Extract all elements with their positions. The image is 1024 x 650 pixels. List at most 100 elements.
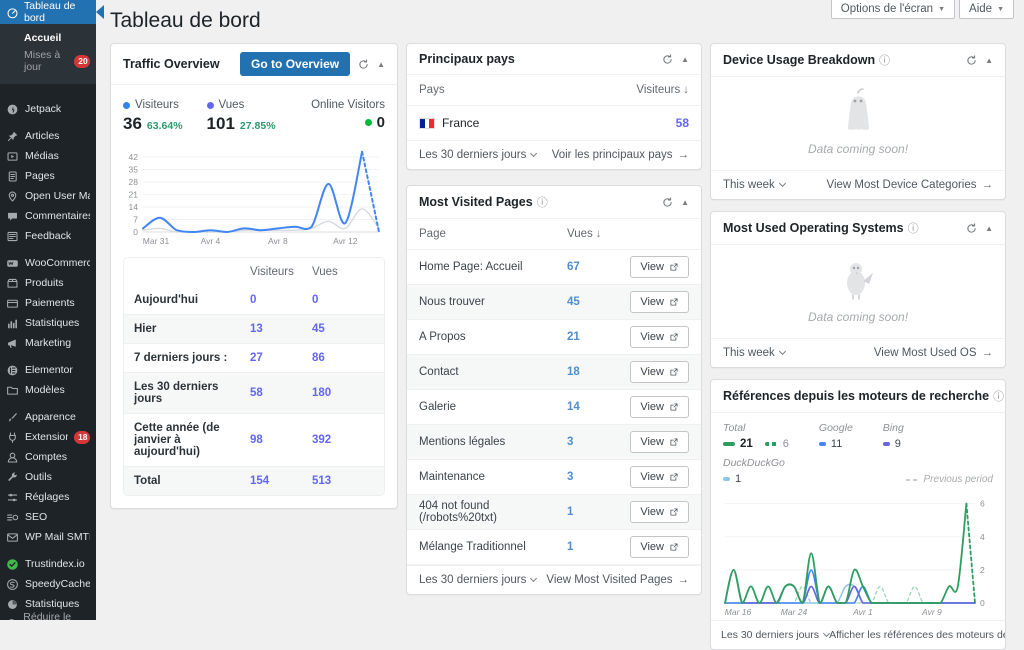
period-dropdown[interactable]: This week — [723, 347, 785, 359]
sidebar-item-label: Open User Map — [25, 190, 90, 202]
view-page-button[interactable]: View — [630, 536, 689, 558]
help-button[interactable]: Aide ▼ — [959, 0, 1014, 19]
view-page-button[interactable]: View — [630, 326, 689, 348]
collapse-widget-icon[interactable]: ▲ — [985, 56, 993, 65]
go-to-overview-button[interactable]: Go to Overview — [240, 52, 350, 76]
sidebar-collapse-menu[interactable]: Réduire le menu — [0, 614, 96, 620]
view-device-categories-link[interactable]: View Most Device Categories → — [827, 179, 994, 191]
views-value-link[interactable]: 86 — [312, 352, 374, 364]
sort-desc-icon[interactable]: ↓ — [683, 84, 689, 96]
sidebar-item-m-dias[interactable]: Médias — [0, 146, 96, 166]
refresh-icon[interactable] — [965, 222, 978, 235]
collapse-widget-icon[interactable]: ▲ — [377, 60, 385, 69]
collapse-widget-icon[interactable]: ▲ — [985, 224, 993, 233]
sidebar-item-wp-mail-smtp[interactable]: WP Mail SMTP — [0, 527, 96, 547]
info-icon[interactable]: ⓘ — [993, 388, 1004, 404]
row-label: Cette année (de janvier à aujourd'hui) — [134, 422, 250, 458]
page-views-link[interactable]: 21 — [567, 331, 630, 343]
sidebar-item-seo[interactable]: SEO — [0, 507, 96, 527]
view-page-button[interactable]: View — [630, 256, 689, 278]
sidebar-item-commentaires[interactable]: Commentaires — [0, 206, 96, 226]
sidebar-subitem-accueil[interactable]: Accueil — [24, 30, 90, 46]
sidebar-item-woocommerce[interactable]: WooCommerce — [0, 253, 96, 273]
refresh-icon[interactable] — [661, 53, 674, 66]
sidebar-item-jetpack[interactable]: Jetpack — [0, 99, 96, 119]
traffic-table-row: Hier1345 — [124, 314, 384, 343]
views-value-link[interactable]: 45 — [312, 323, 374, 335]
widget-title: Principaux pays — [419, 52, 654, 66]
widget-title: Most Used Operating Systems ⓘ — [723, 220, 958, 236]
refresh-icon[interactable] — [661, 196, 674, 209]
views-value-link[interactable]: 180 — [312, 387, 374, 399]
info-icon[interactable]: ⓘ — [908, 220, 919, 236]
view-page-button[interactable]: View — [630, 431, 689, 453]
sidebar-item-extensions[interactable]: Extensions18 — [0, 427, 96, 447]
sidebar-item-trustindex-io[interactable]: Trustindex.io — [0, 554, 96, 574]
traffic-table-row: Aujourd'hui00 — [124, 286, 384, 314]
sidebar-item-tableau-de-bord[interactable]: Tableau de bord — [0, 0, 96, 24]
view-most-used-os-link[interactable]: View Most Used OS → — [874, 347, 993, 359]
page-views-link[interactable]: 1 — [567, 506, 630, 518]
collapse-widget-icon[interactable]: ▲ — [681, 198, 689, 207]
country-visitors-link[interactable]: 58 — [676, 116, 689, 130]
visitors-value: 36 — [123, 114, 142, 134]
info-icon[interactable]: ⓘ — [537, 194, 548, 210]
svg-text:4: 4 — [980, 532, 985, 542]
view-page-button[interactable]: View — [630, 501, 689, 523]
sidebar-item-r-glages[interactable]: Réglages — [0, 487, 96, 507]
visitors-value-link[interactable]: 98 — [250, 434, 312, 446]
sidebar-item-elementor[interactable]: Elementor — [0, 360, 96, 380]
collapse-widget-icon[interactable]: ▲ — [681, 55, 689, 64]
visitors-value-link[interactable]: 58 — [250, 387, 312, 399]
period-dropdown[interactable]: Les 30 derniers jours — [419, 149, 536, 161]
external-link-icon — [669, 472, 679, 482]
page-views-link[interactable]: 1 — [567, 541, 630, 553]
sidebar-item-mod-les[interactable]: Modèles — [0, 380, 96, 400]
page-views-link[interactable]: 45 — [567, 296, 630, 308]
period-dropdown[interactable]: This week — [723, 179, 785, 191]
view-top-countries-link[interactable]: Voir les principaux pays → — [552, 149, 689, 161]
view-most-visited-pages-link[interactable]: View Most Visited Pages → — [546, 574, 689, 586]
views-value-link[interactable]: 0 — [312, 294, 374, 306]
view-page-button[interactable]: View — [630, 396, 689, 418]
visitors-value-link[interactable]: 13 — [250, 323, 312, 335]
period-dropdown[interactable]: Les 30 derniers jours — [419, 574, 536, 586]
visitors-value-link[interactable]: 154 — [250, 475, 312, 487]
view-page-button[interactable]: View — [630, 361, 689, 383]
visitors-value-link[interactable]: 27 — [250, 352, 312, 364]
sidebar-item-paiements[interactable]: Paiements — [0, 293, 96, 313]
countries-column-header: Pays Visiteurs ↓ — [407, 75, 701, 106]
views-value-link[interactable]: 513 — [312, 475, 374, 487]
sidebar-item-produits[interactable]: Produits — [0, 273, 96, 293]
sidebar-item-marketing[interactable]: Marketing — [0, 333, 96, 353]
sidebar-item-statistiques[interactable]: Statistiques — [0, 313, 96, 333]
view-page-button[interactable]: View — [630, 466, 689, 488]
sidebar-item-apparence[interactable]: Apparence — [0, 407, 96, 427]
view-page-button[interactable]: View — [630, 291, 689, 313]
france-flag-icon — [419, 118, 435, 129]
online-visitors-stat: Online Visitors 0 — [311, 99, 385, 131]
sidebar-item-speedycache[interactable]: SpeedyCache — [0, 574, 96, 594]
visitors-value-link[interactable]: 0 — [250, 294, 312, 306]
view-search-referrers-link[interactable]: Afficher les références des moteurs de r… — [829, 629, 1006, 641]
screen-options-button[interactable]: Options de l'écran ▼ — [831, 0, 955, 19]
sort-desc-icon[interactable]: ↓ — [596, 228, 602, 240]
refresh-icon[interactable] — [357, 58, 370, 71]
sidebar-item-feedback[interactable]: Feedback — [0, 226, 96, 246]
page-views-link[interactable]: 3 — [567, 471, 630, 483]
sidebar-item-open-user-map[interactable]: Open User Map — [0, 186, 96, 206]
refresh-icon[interactable] — [965, 54, 978, 67]
sidebar-item-comptes[interactable]: Comptes — [0, 447, 96, 467]
views-value-link[interactable]: 392 — [312, 434, 374, 446]
page-views-link[interactable]: 18 — [567, 366, 630, 378]
info-icon[interactable]: ⓘ — [879, 52, 890, 68]
title-label: Références depuis les moteurs de recherc… — [723, 389, 989, 403]
sidebar-item-outils[interactable]: Outils — [0, 467, 96, 487]
page-views-link[interactable]: 14 — [567, 401, 630, 413]
sidebar-item-articles[interactable]: Articles — [0, 126, 96, 146]
sidebar-subitem-mises-a-jour[interactable]: Mises à jour 20 — [24, 46, 90, 76]
period-dropdown[interactable]: Les 30 derniers jours — [721, 629, 829, 641]
page-views-link[interactable]: 3 — [567, 436, 630, 448]
sidebar-item-pages[interactable]: Pages — [0, 166, 96, 186]
page-views-link[interactable]: 67 — [567, 261, 630, 273]
